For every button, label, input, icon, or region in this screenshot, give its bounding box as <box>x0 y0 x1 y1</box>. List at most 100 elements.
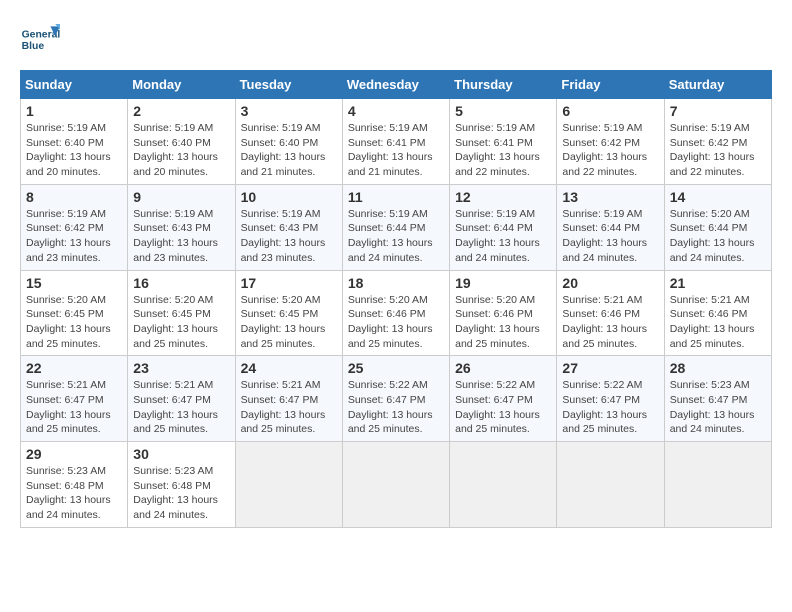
day-number: 13 <box>562 189 658 205</box>
day-number: 10 <box>241 189 337 205</box>
calendar-cell: 6 Sunrise: 5:19 AMSunset: 6:42 PMDaylight… <box>557 99 664 185</box>
day-number: 29 <box>26 446 122 462</box>
calendar-cell: 12Sunrise: 5:19 AMSunset: 6:44 PMDayligh… <box>450 184 557 270</box>
day-number: 16 <box>133 275 229 291</box>
day-info: Sunrise: 5:21 AMSunset: 6:47 PMDaylight:… <box>241 378 337 437</box>
day-header-saturday: Saturday <box>664 71 771 99</box>
day-number: 26 <box>455 360 551 376</box>
calendar-cell: 9 Sunrise: 5:19 AMSunset: 6:43 PMDaylight… <box>128 184 235 270</box>
day-header-friday: Friday <box>557 71 664 99</box>
day-number: 11 <box>348 189 444 205</box>
day-info: Sunrise: 5:22 AMSunset: 6:47 PMDaylight:… <box>455 378 551 437</box>
calendar-cell <box>342 442 449 528</box>
day-number: 24 <box>241 360 337 376</box>
day-info: Sunrise: 5:23 AMSunset: 6:47 PMDaylight:… <box>670 378 766 437</box>
day-number: 1 <box>26 103 122 119</box>
day-number: 18 <box>348 275 444 291</box>
day-info: Sunrise: 5:21 AMSunset: 6:47 PMDaylight:… <box>26 378 122 437</box>
calendar-cell: 23 Sunrise: 5:21 AMSunset: 6:47 PMDayligh… <box>128 356 235 442</box>
calendar-cell: 1 Sunrise: 5:19 AMSunset: 6:40 PMDaylight… <box>21 99 128 185</box>
calendar-week-5: 29 Sunrise: 5:23 AMSunset: 6:48 PMDayligh… <box>21 442 772 528</box>
calendar-cell <box>450 442 557 528</box>
calendar-cell: 30 Sunrise: 5:23 AMSunset: 6:48 PMDayligh… <box>128 442 235 528</box>
day-info: Sunrise: 5:19 AMSunset: 6:40 PMDaylight:… <box>241 121 337 180</box>
calendar-cell: 3 Sunrise: 5:19 AMSunset: 6:40 PMDaylight… <box>235 99 342 185</box>
day-info: Sunrise: 5:19 AMSunset: 6:43 PMDaylight:… <box>241 207 337 266</box>
day-info: Sunrise: 5:22 AMSunset: 6:47 PMDaylight:… <box>562 378 658 437</box>
day-info: Sunrise: 5:23 AMSunset: 6:48 PMDaylight:… <box>26 464 122 523</box>
day-info: Sunrise: 5:20 AMSunset: 6:46 PMDaylight:… <box>348 293 444 352</box>
day-info: Sunrise: 5:21 AMSunset: 6:46 PMDaylight:… <box>670 293 766 352</box>
day-number: 3 <box>241 103 337 119</box>
day-number: 30 <box>133 446 229 462</box>
logo-icon: General Blue <box>20 20 60 60</box>
day-info: Sunrise: 5:19 AMSunset: 6:42 PMDaylight:… <box>26 207 122 266</box>
calendar-cell <box>235 442 342 528</box>
day-info: Sunrise: 5:19 AMSunset: 6:40 PMDaylight:… <box>26 121 122 180</box>
svg-text:Blue: Blue <box>22 41 45 52</box>
calendar-cell <box>557 442 664 528</box>
day-number: 4 <box>348 103 444 119</box>
calendar-cell: 15Sunrise: 5:20 AMSunset: 6:45 PMDayligh… <box>21 270 128 356</box>
day-info: Sunrise: 5:19 AMSunset: 6:42 PMDaylight:… <box>670 121 766 180</box>
day-number: 23 <box>133 360 229 376</box>
calendar-cell: 24 Sunrise: 5:21 AMSunset: 6:47 PMDayligh… <box>235 356 342 442</box>
calendar-cell: 14Sunrise: 5:20 AMSunset: 6:44 PMDayligh… <box>664 184 771 270</box>
day-number: 8 <box>26 189 122 205</box>
page-header: General Blue <box>20 20 772 60</box>
day-info: Sunrise: 5:22 AMSunset: 6:47 PMDaylight:… <box>348 378 444 437</box>
calendar-cell: 18 Sunrise: 5:20 AMSunset: 6:46 PMDayligh… <box>342 270 449 356</box>
calendar-week-3: 15 Sunrise: 5:20 AMSunset: 6:45 PMDayligh… <box>21 270 772 356</box>
day-info: Sunrise: 5:19 AMSunset: 6:42 PMDaylight:… <box>562 121 658 180</box>
calendar-cell: 8 Sunrise: 5:19 AMSunset: 6:42 PMDaylight… <box>21 184 128 270</box>
day-info: Sunrise: 5:20 AMSunset: 6:45 PMDaylight:… <box>133 293 229 352</box>
day-info: Sunrise: 5:19 AMSunset: 6:41 PMDaylight:… <box>348 121 444 180</box>
calendar-cell: 13Sunrise: 5:19 AMSunset: 6:44 PMDayligh… <box>557 184 664 270</box>
day-header-monday: Monday <box>128 71 235 99</box>
calendar-cell: 27Sunrise: 5:22 AMSunset: 6:47 PMDayligh… <box>557 356 664 442</box>
day-info: Sunrise: 5:19 AMSunset: 6:44 PMDaylight:… <box>455 207 551 266</box>
day-number: 5 <box>455 103 551 119</box>
calendar-cell: 4 Sunrise: 5:19 AMSunset: 6:41 PMDaylight… <box>342 99 449 185</box>
calendar-cell <box>664 442 771 528</box>
day-number: 2 <box>133 103 229 119</box>
day-number: 25 <box>348 360 444 376</box>
calendar-cell: 22 Sunrise: 5:21 AMSunset: 6:47 PMDayligh… <box>21 356 128 442</box>
calendar-cell: 7 Sunrise: 5:19 AMSunset: 6:42 PMDaylight… <box>664 99 771 185</box>
calendar-cell: 17Sunrise: 5:20 AMSunset: 6:45 PMDayligh… <box>235 270 342 356</box>
calendar-cell: 25 Sunrise: 5:22 AMSunset: 6:47 PMDayligh… <box>342 356 449 442</box>
day-info: Sunrise: 5:21 AMSunset: 6:46 PMDaylight:… <box>562 293 658 352</box>
calendar-cell: 26 Sunrise: 5:22 AMSunset: 6:47 PMDayligh… <box>450 356 557 442</box>
calendar-week-2: 8 Sunrise: 5:19 AMSunset: 6:42 PMDaylight… <box>21 184 772 270</box>
day-number: 14 <box>670 189 766 205</box>
day-info: Sunrise: 5:19 AMSunset: 6:40 PMDaylight:… <box>133 121 229 180</box>
day-number: 15 <box>26 275 122 291</box>
logo: General Blue <box>20 20 60 60</box>
day-number: 19 <box>455 275 551 291</box>
day-number: 20 <box>562 275 658 291</box>
day-number: 22 <box>26 360 122 376</box>
calendar-cell: 28 Sunrise: 5:23 AMSunset: 6:47 PMDayligh… <box>664 356 771 442</box>
day-number: 6 <box>562 103 658 119</box>
calendar-cell: 29 Sunrise: 5:23 AMSunset: 6:48 PMDayligh… <box>21 442 128 528</box>
day-header-wednesday: Wednesday <box>342 71 449 99</box>
day-number: 21 <box>670 275 766 291</box>
day-number: 9 <box>133 189 229 205</box>
calendar-cell: 11 Sunrise: 5:19 AMSunset: 6:44 PMDayligh… <box>342 184 449 270</box>
day-header-thursday: Thursday <box>450 71 557 99</box>
day-info: Sunrise: 5:19 AMSunset: 6:41 PMDaylight:… <box>455 121 551 180</box>
day-header-tuesday: Tuesday <box>235 71 342 99</box>
day-header-sunday: Sunday <box>21 71 128 99</box>
day-number: 28 <box>670 360 766 376</box>
day-info: Sunrise: 5:20 AMSunset: 6:46 PMDaylight:… <box>455 293 551 352</box>
day-info: Sunrise: 5:21 AMSunset: 6:47 PMDaylight:… <box>133 378 229 437</box>
calendar-cell: 20 Sunrise: 5:21 AMSunset: 6:46 PMDayligh… <box>557 270 664 356</box>
day-info: Sunrise: 5:19 AMSunset: 6:44 PMDaylight:… <box>348 207 444 266</box>
day-info: Sunrise: 5:23 AMSunset: 6:48 PMDaylight:… <box>133 464 229 523</box>
header-row: SundayMondayTuesdayWednesdayThursdayFrid… <box>21 71 772 99</box>
calendar-cell: 2 Sunrise: 5:19 AMSunset: 6:40 PMDaylight… <box>128 99 235 185</box>
day-number: 17 <box>241 275 337 291</box>
day-number: 7 <box>670 103 766 119</box>
day-info: Sunrise: 5:19 AMSunset: 6:43 PMDaylight:… <box>133 207 229 266</box>
calendar-cell: 10 Sunrise: 5:19 AMSunset: 6:43 PMDayligh… <box>235 184 342 270</box>
